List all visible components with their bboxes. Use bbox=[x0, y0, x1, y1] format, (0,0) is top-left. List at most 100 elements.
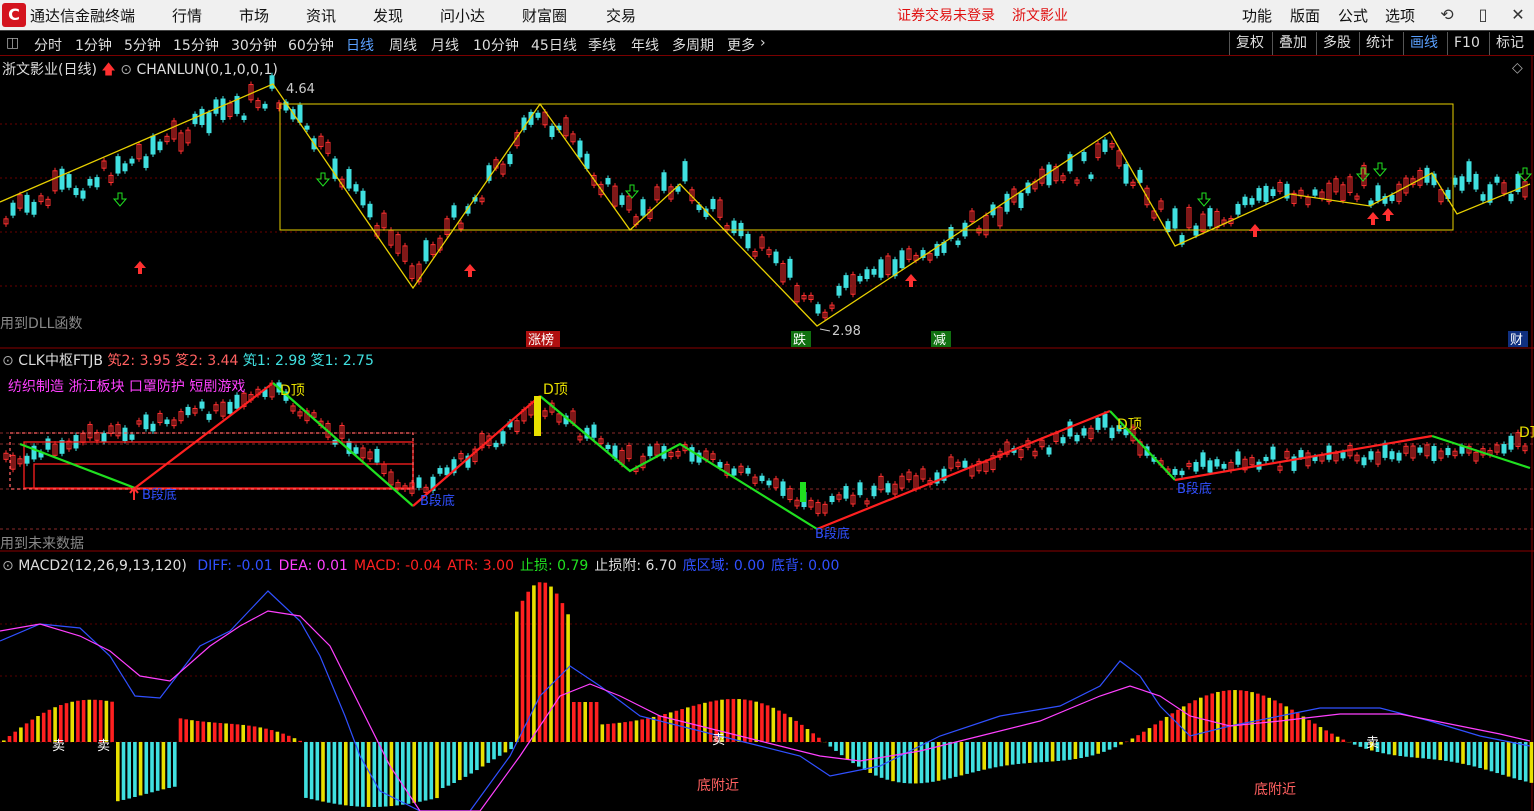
period-45day[interactable]: 45日线 bbox=[531, 35, 577, 55]
tag-limit-up[interactable]: 涨榜 bbox=[528, 332, 554, 348]
macd-collapse-icon[interactable]: ⊙ bbox=[2, 558, 14, 574]
menu-formula[interactable]: 公式 bbox=[1338, 5, 1368, 26]
tag-reduce[interactable]: 减 bbox=[933, 333, 946, 348]
macd-bar bbox=[1512, 742, 1517, 779]
close-icon[interactable]: ✕ bbox=[1505, 2, 1531, 28]
clk-candle-body bbox=[353, 447, 359, 454]
macd-bar bbox=[503, 742, 508, 753]
macd-bar bbox=[520, 600, 525, 742]
tag-fall[interactable]: 跌 bbox=[793, 332, 806, 348]
macd-bar bbox=[1005, 742, 1009, 766]
tool-statistics[interactable]: 统计 bbox=[1359, 32, 1400, 55]
macd-bar bbox=[948, 742, 952, 779]
period-10min[interactable]: 10分钟 bbox=[473, 35, 519, 55]
period-weekly[interactable]: 周线 bbox=[389, 35, 417, 55]
main-candle-body bbox=[745, 233, 751, 249]
period-intraday[interactable]: 分时 bbox=[34, 35, 62, 55]
main-candle-body bbox=[1480, 194, 1486, 201]
macd-bar bbox=[452, 742, 456, 784]
period-1min[interactable]: 1分钟 bbox=[75, 35, 112, 55]
tool-multi-stock[interactable]: 多股 bbox=[1316, 32, 1357, 55]
menu-trade[interactable]: 交易 bbox=[606, 5, 636, 26]
main-indicator-name[interactable]: CHANLUN(0,1,0,0,1) bbox=[136, 62, 277, 78]
collapse-icon[interactable]: ⊙ bbox=[120, 62, 132, 78]
main-candlesticks bbox=[3, 72, 1528, 321]
clk-candle-body bbox=[1508, 435, 1514, 450]
main-candle-body bbox=[787, 258, 793, 278]
menu-discover[interactable]: 发现 bbox=[373, 5, 403, 26]
layout-toggle-icon[interactable]: ◫ bbox=[6, 35, 19, 51]
main-candle-body bbox=[1235, 203, 1241, 215]
macd-bar bbox=[224, 723, 228, 742]
tool-adjust[interactable]: 复权 bbox=[1229, 32, 1270, 55]
clk-val3: 2.98 bbox=[274, 353, 307, 369]
macd-bar bbox=[1461, 742, 1465, 764]
macd-bar bbox=[834, 742, 838, 751]
macd-bar bbox=[497, 742, 502, 756]
expand-icon[interactable]: ◇ bbox=[1512, 60, 1523, 76]
period-multi[interactable]: 多周期 bbox=[672, 35, 714, 55]
chevron-right-icon[interactable]: › bbox=[760, 35, 766, 51]
minimize-icon[interactable]: ▯ bbox=[1470, 2, 1496, 28]
macd-bar bbox=[805, 729, 810, 742]
macd-bar bbox=[1079, 742, 1083, 759]
macd-indicator-name[interactable]: MACD2(12,26,9,13,120) bbox=[18, 558, 187, 574]
b-bottom-label-1: B段底 bbox=[142, 487, 177, 503]
clk-candle-body bbox=[1207, 460, 1213, 473]
period-yearly[interactable]: 年线 bbox=[631, 35, 659, 55]
main-candle-body bbox=[304, 125, 310, 130]
clk-val1-label: 笂2: bbox=[107, 353, 136, 369]
period-monthly[interactable]: 月线 bbox=[431, 35, 459, 55]
menu-wealth[interactable]: 财富圈 bbox=[522, 5, 567, 26]
tool-draw-line[interactable]: 画线 bbox=[1403, 32, 1444, 55]
menu-function[interactable]: 功能 bbox=[1242, 5, 1272, 26]
period-daily[interactable]: 日线 bbox=[346, 35, 374, 55]
main-candle-body bbox=[661, 172, 667, 191]
menu-quotes[interactable]: 行情 bbox=[172, 5, 202, 26]
clk-candle-body bbox=[1081, 428, 1087, 436]
menu-options[interactable]: 选项 bbox=[1385, 5, 1415, 26]
tool-mark[interactable]: 标记 bbox=[1489, 32, 1530, 55]
refresh-icon[interactable]: ⟲ bbox=[1434, 2, 1460, 28]
period-60min[interactable]: 60分钟 bbox=[288, 35, 334, 55]
bottom-note-1: 底附近 bbox=[697, 778, 739, 794]
macd-bar bbox=[594, 702, 599, 742]
tool-f10[interactable]: F10 bbox=[1447, 32, 1486, 55]
macd-bar bbox=[309, 742, 314, 800]
clk-collapse-icon[interactable]: ⊙ bbox=[2, 353, 14, 369]
chart-area[interactable]: 4.64 2.98 用到DLL函数 涨榜 跌 减 财 纺织制造 浙江板块 口罩防… bbox=[0, 56, 1534, 811]
main-candle-body bbox=[773, 251, 779, 264]
period-15min[interactable]: 15分钟 bbox=[173, 35, 219, 55]
macd-bar bbox=[857, 742, 861, 767]
macd-bar bbox=[959, 742, 964, 776]
macd-bar bbox=[230, 723, 234, 742]
menu-news[interactable]: 资讯 bbox=[306, 5, 336, 26]
macd-bar bbox=[178, 718, 183, 742]
macd-bar bbox=[1090, 742, 1095, 756]
tool-overlay[interactable]: 叠加 bbox=[1272, 32, 1313, 55]
period-more[interactable]: 更多 bbox=[727, 35, 755, 55]
macd-panel-title-row: ⊙ MACD2(12,26,9,13,120) DIFF: -0.01 DEA: … bbox=[2, 555, 839, 575]
macd-bar bbox=[1039, 742, 1043, 763]
macd-bar bbox=[190, 720, 194, 742]
clk-indicator-name[interactable]: CLK中枢FTJB bbox=[18, 353, 103, 369]
clk-val2: 3.44 bbox=[207, 353, 239, 369]
clk-candle-body bbox=[745, 468, 751, 474]
main-candle-body bbox=[24, 194, 30, 213]
period-quarterly[interactable]: 季线 bbox=[588, 35, 616, 55]
clk-candle-body bbox=[1368, 451, 1374, 460]
tag-finance[interactable]: 财 bbox=[1510, 333, 1523, 348]
clk-stroke-up bbox=[134, 382, 274, 489]
period-5min[interactable]: 5分钟 bbox=[124, 35, 161, 55]
d-top-label-4: D顶 bbox=[1519, 425, 1534, 441]
menu-market[interactable]: 市场 bbox=[239, 5, 269, 26]
menu-ask[interactable]: 问小达 bbox=[440, 5, 485, 26]
macd-bar bbox=[70, 701, 74, 742]
period-30min[interactable]: 30分钟 bbox=[231, 35, 277, 55]
menu-layout[interactable]: 版面 bbox=[1290, 5, 1320, 26]
login-notice[interactable]: 证券交易未登录 bbox=[897, 5, 995, 25]
macd-bar bbox=[1284, 706, 1289, 742]
macd-bar bbox=[81, 700, 86, 742]
main-candle-body bbox=[31, 201, 37, 215]
clk-candle-body bbox=[1095, 417, 1101, 430]
